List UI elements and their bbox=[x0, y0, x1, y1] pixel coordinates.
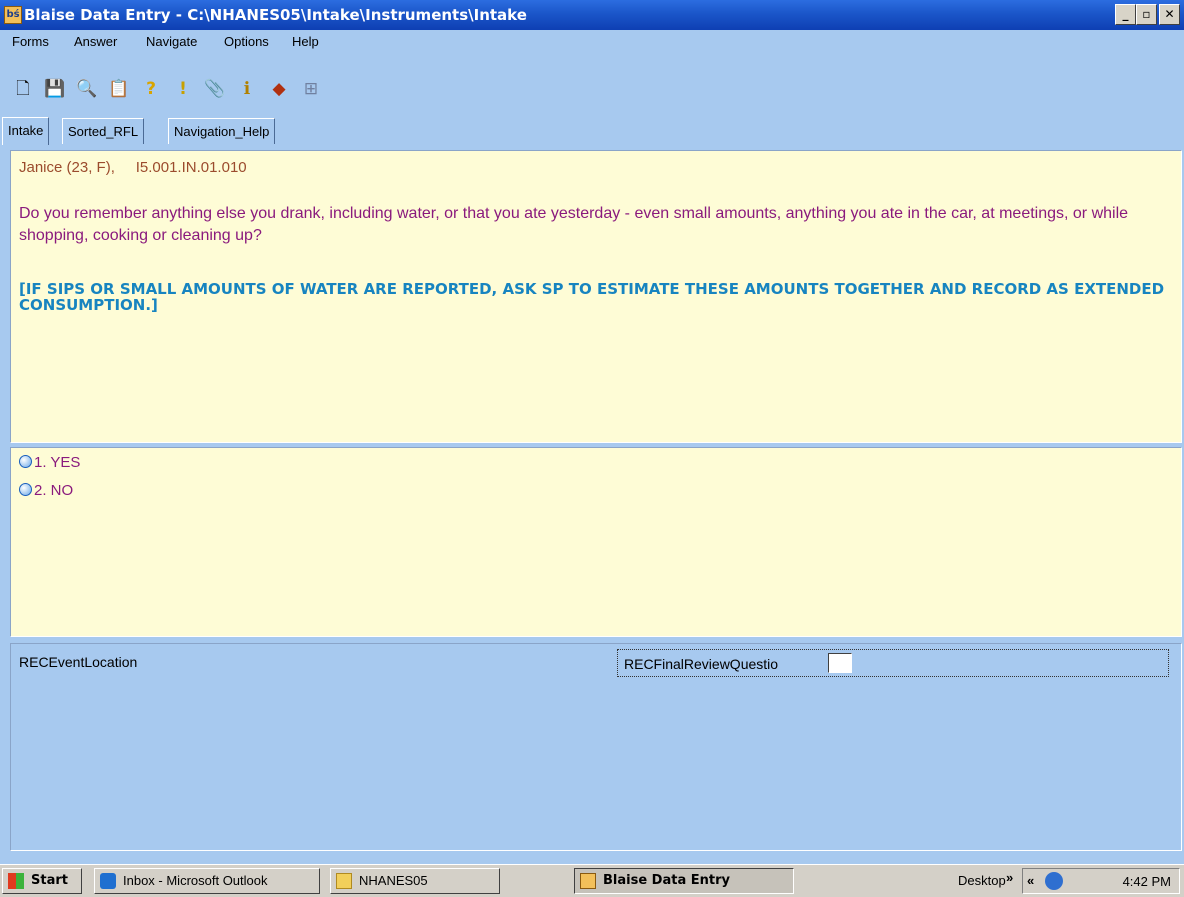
close-button[interactable]: ✕ bbox=[1159, 4, 1180, 25]
folder-icon bbox=[336, 873, 352, 889]
respondent-info: Janice (23, F), I5.001.IN.01.010 bbox=[19, 159, 247, 176]
start-button[interactable]: Start bbox=[2, 868, 82, 894]
task-blaise-data-entry[interactable]: Blaise Data Entry bbox=[574, 868, 794, 894]
warning-icon[interactable]: ! bbox=[172, 78, 194, 100]
windows-taskbar: Start Inbox - Microsoft Outlook NHANES05… bbox=[0, 864, 1184, 897]
help-icon[interactable]: ? bbox=[140, 78, 162, 100]
tab-navigation-help[interactable]: Navigation_Help bbox=[168, 118, 276, 144]
chevron-left-icon[interactable]: « bbox=[1027, 873, 1034, 888]
tab-intake[interactable]: Intake bbox=[2, 117, 50, 145]
new-page-icon[interactable]: 🗋 bbox=[12, 78, 34, 100]
task-outlook-label: Inbox - Microsoft Outlook bbox=[123, 873, 268, 888]
task-outlook[interactable]: Inbox - Microsoft Outlook bbox=[94, 868, 320, 894]
menu-navigate[interactable]: Navigate bbox=[146, 34, 197, 49]
info-icon[interactable]: ℹ bbox=[236, 78, 258, 100]
answer-panel: 1. YES 2. NO bbox=[10, 447, 1182, 637]
menu-bar: Forms Answer Navigate Options Help bbox=[0, 30, 1184, 54]
menu-forms[interactable]: Forms bbox=[12, 34, 49, 49]
desktop-toolbar-label[interactable]: Desktop bbox=[958, 873, 1006, 888]
task-nhanes05[interactable]: NHANES05 bbox=[330, 868, 500, 894]
menu-answer[interactable]: Answer bbox=[74, 34, 117, 49]
minimize-button[interactable]: _ bbox=[1115, 4, 1136, 25]
title-bar[interactable]: bś Blaise Data Entry - C:\NHANES05\Intak… bbox=[0, 0, 1184, 30]
remark-icon[interactable]: ◆ bbox=[268, 78, 290, 100]
menu-help[interactable]: Help bbox=[292, 34, 319, 49]
toolbar: 🗋 💾 🔍 📋 ? ! 📎 ℹ ◆ ⊞ bbox=[0, 78, 600, 108]
field-panel: RECEventLocation RECFinalReviewQuestio bbox=[10, 643, 1182, 851]
answer-label-no: 2. NO bbox=[34, 482, 74, 499]
window-title: Blaise Data Entry - C:\NHANES05\Intake\I… bbox=[24, 6, 527, 24]
save-icon[interactable]: 💾 bbox=[44, 78, 66, 100]
lookup-icon[interactable]: 📋 bbox=[108, 78, 130, 100]
blaise-app-icon bbox=[580, 873, 596, 889]
network-icon[interactable] bbox=[1045, 872, 1063, 890]
field-rec-final-review-label: RECFinalReviewQuestio bbox=[624, 656, 779, 672]
chevron-right-icon[interactable]: » bbox=[1006, 870, 1013, 885]
question-text: Do you remember anything else you drank,… bbox=[19, 205, 1129, 244]
clock[interactable]: 4:42 PM bbox=[1123, 874, 1171, 889]
field-rec-final-review[interactable]: RECFinalReviewQuestio bbox=[617, 649, 1169, 677]
answer-label-yes: 1. YES bbox=[34, 454, 81, 471]
radio-button-icon[interactable] bbox=[19, 455, 32, 468]
question-panel: Janice (23, F), I5.001.IN.01.010 Do you … bbox=[10, 150, 1182, 443]
answer-option-no[interactable]: 2. NO bbox=[19, 482, 73, 499]
find-icon[interactable]: 🔍 bbox=[76, 78, 98, 100]
windows-logo-icon bbox=[8, 873, 24, 889]
outlook-icon bbox=[100, 873, 116, 889]
blaise-app-icon[interactable]: bś bbox=[4, 6, 22, 24]
restore-button[interactable]: ▫ bbox=[1136, 4, 1157, 25]
tab-sorted-rfl[interactable]: Sorted_RFL bbox=[62, 118, 145, 144]
answer-option-yes[interactable]: 1. YES bbox=[19, 454, 80, 471]
interviewer-instruction: [IF SIPS OR SMALL AMOUNTS OF WATER ARE R… bbox=[19, 280, 1165, 314]
field-rec-final-review-input[interactable] bbox=[828, 653, 852, 673]
system-tray: « 4:42 PM bbox=[1022, 868, 1180, 894]
radio-button-icon[interactable] bbox=[19, 483, 32, 496]
task-nhanes05-label: NHANES05 bbox=[359, 873, 428, 888]
field-rec-event-location[interactable]: RECEventLocation bbox=[19, 654, 137, 670]
menu-options[interactable]: Options bbox=[224, 34, 269, 49]
task-blaise-label: Blaise Data Entry bbox=[603, 873, 730, 888]
attach-icon[interactable]: 📎 bbox=[204, 78, 226, 100]
start-label: Start bbox=[31, 873, 68, 888]
tree-icon[interactable]: ⊞ bbox=[300, 78, 322, 100]
